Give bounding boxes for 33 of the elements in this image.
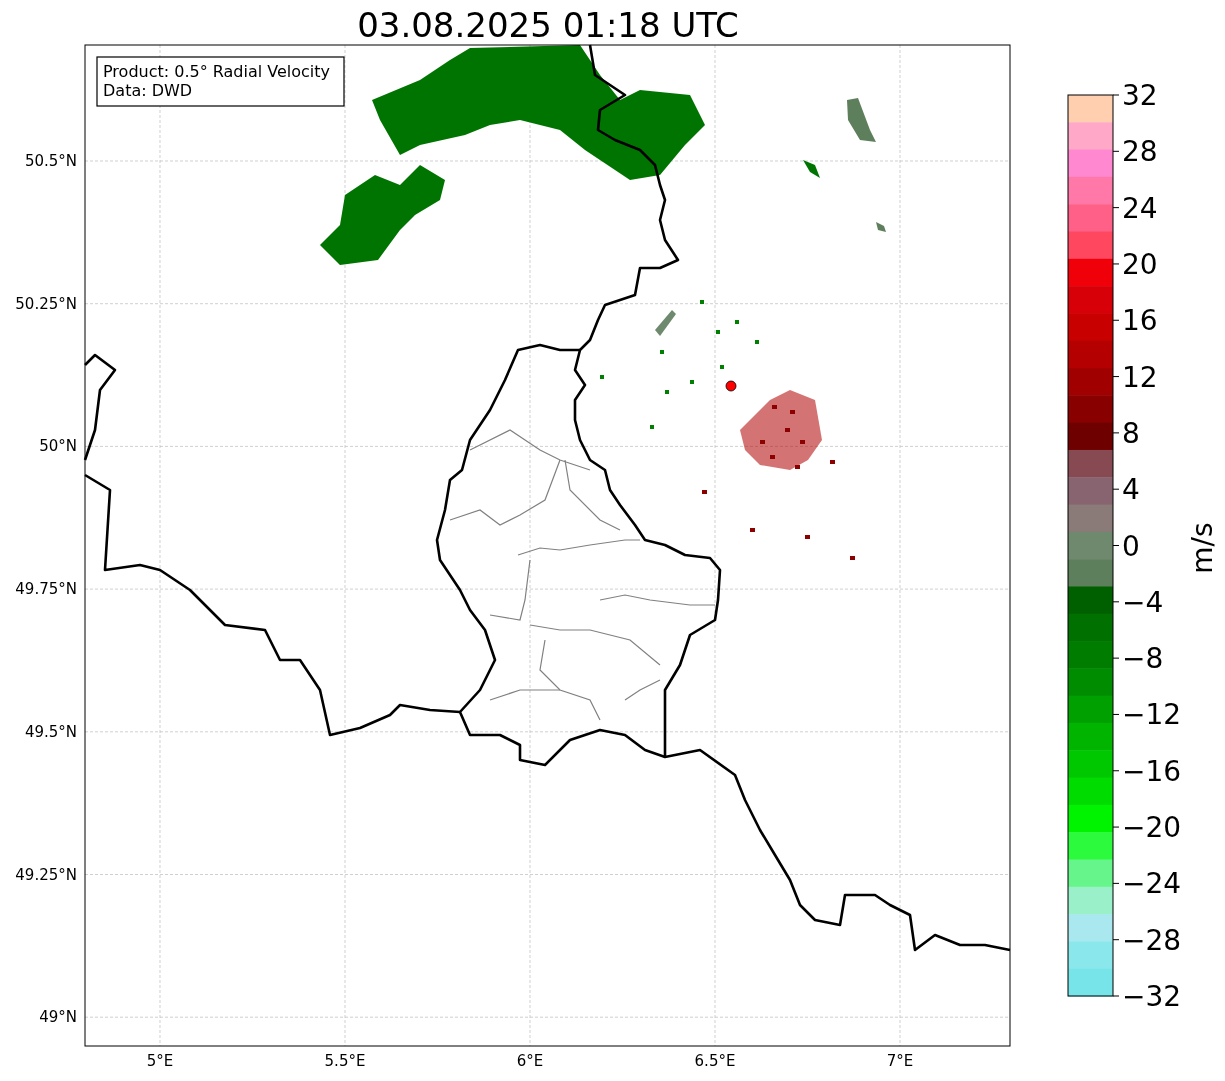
longitude-label: 5°E <box>146 1052 174 1070</box>
colorbar-tick-label: −12 <box>1122 698 1182 732</box>
colorbar-tick-label: −28 <box>1122 923 1182 957</box>
longitude-label: 7°E <box>886 1052 914 1070</box>
longitude-label: 6°E <box>516 1052 544 1070</box>
chart-title: 03.08.2025 01:18 UTC <box>357 5 739 45</box>
longitude-label: 5.5°E <box>324 1052 366 1070</box>
latitude-label: 49.25°N <box>15 865 77 884</box>
latitude-label: 49.5°N <box>24 722 77 741</box>
colorbar-tick-label: 12 <box>1122 360 1158 394</box>
latitude-label: 49.75°N <box>15 580 77 599</box>
colorbar-tick-label: −32 <box>1122 980 1182 1013</box>
latitude-label: 50.5°N <box>24 152 77 170</box>
info-text: Data: DWD <box>103 81 193 100</box>
colorbar-tick-label: −4 <box>1122 585 1164 619</box>
colorbar-tick-label: 4 <box>1122 473 1140 507</box>
colorbar-tick-label: −20 <box>1122 811 1182 845</box>
colorbar-label: m/s <box>1186 522 1219 574</box>
colorbar-tick-label: −24 <box>1122 867 1182 901</box>
colorbar-tick-label: 32 <box>1122 79 1158 112</box>
colorbar-tick-label: 8 <box>1122 416 1140 450</box>
colorbar-tick-label: 20 <box>1122 247 1158 281</box>
colorbar-tick-label: −16 <box>1122 754 1182 788</box>
colorbar-tick-label: 16 <box>1122 304 1158 338</box>
colorbar-tick-label: 0 <box>1122 529 1140 563</box>
latitude-label: 49°N <box>39 1008 77 1027</box>
colorbar-tick-label: −8 <box>1122 642 1164 676</box>
info-text: Product: 0.5° Radial Velocity <box>103 62 331 81</box>
colorbar-tick-label: 28 <box>1122 135 1158 169</box>
longitude-label: 6.5°E <box>694 1052 736 1070</box>
latitude-label: 50.25°N <box>15 294 77 313</box>
latitude-label: 50°N <box>39 437 77 456</box>
colorbar-tick-label: 24 <box>1122 191 1158 225</box>
